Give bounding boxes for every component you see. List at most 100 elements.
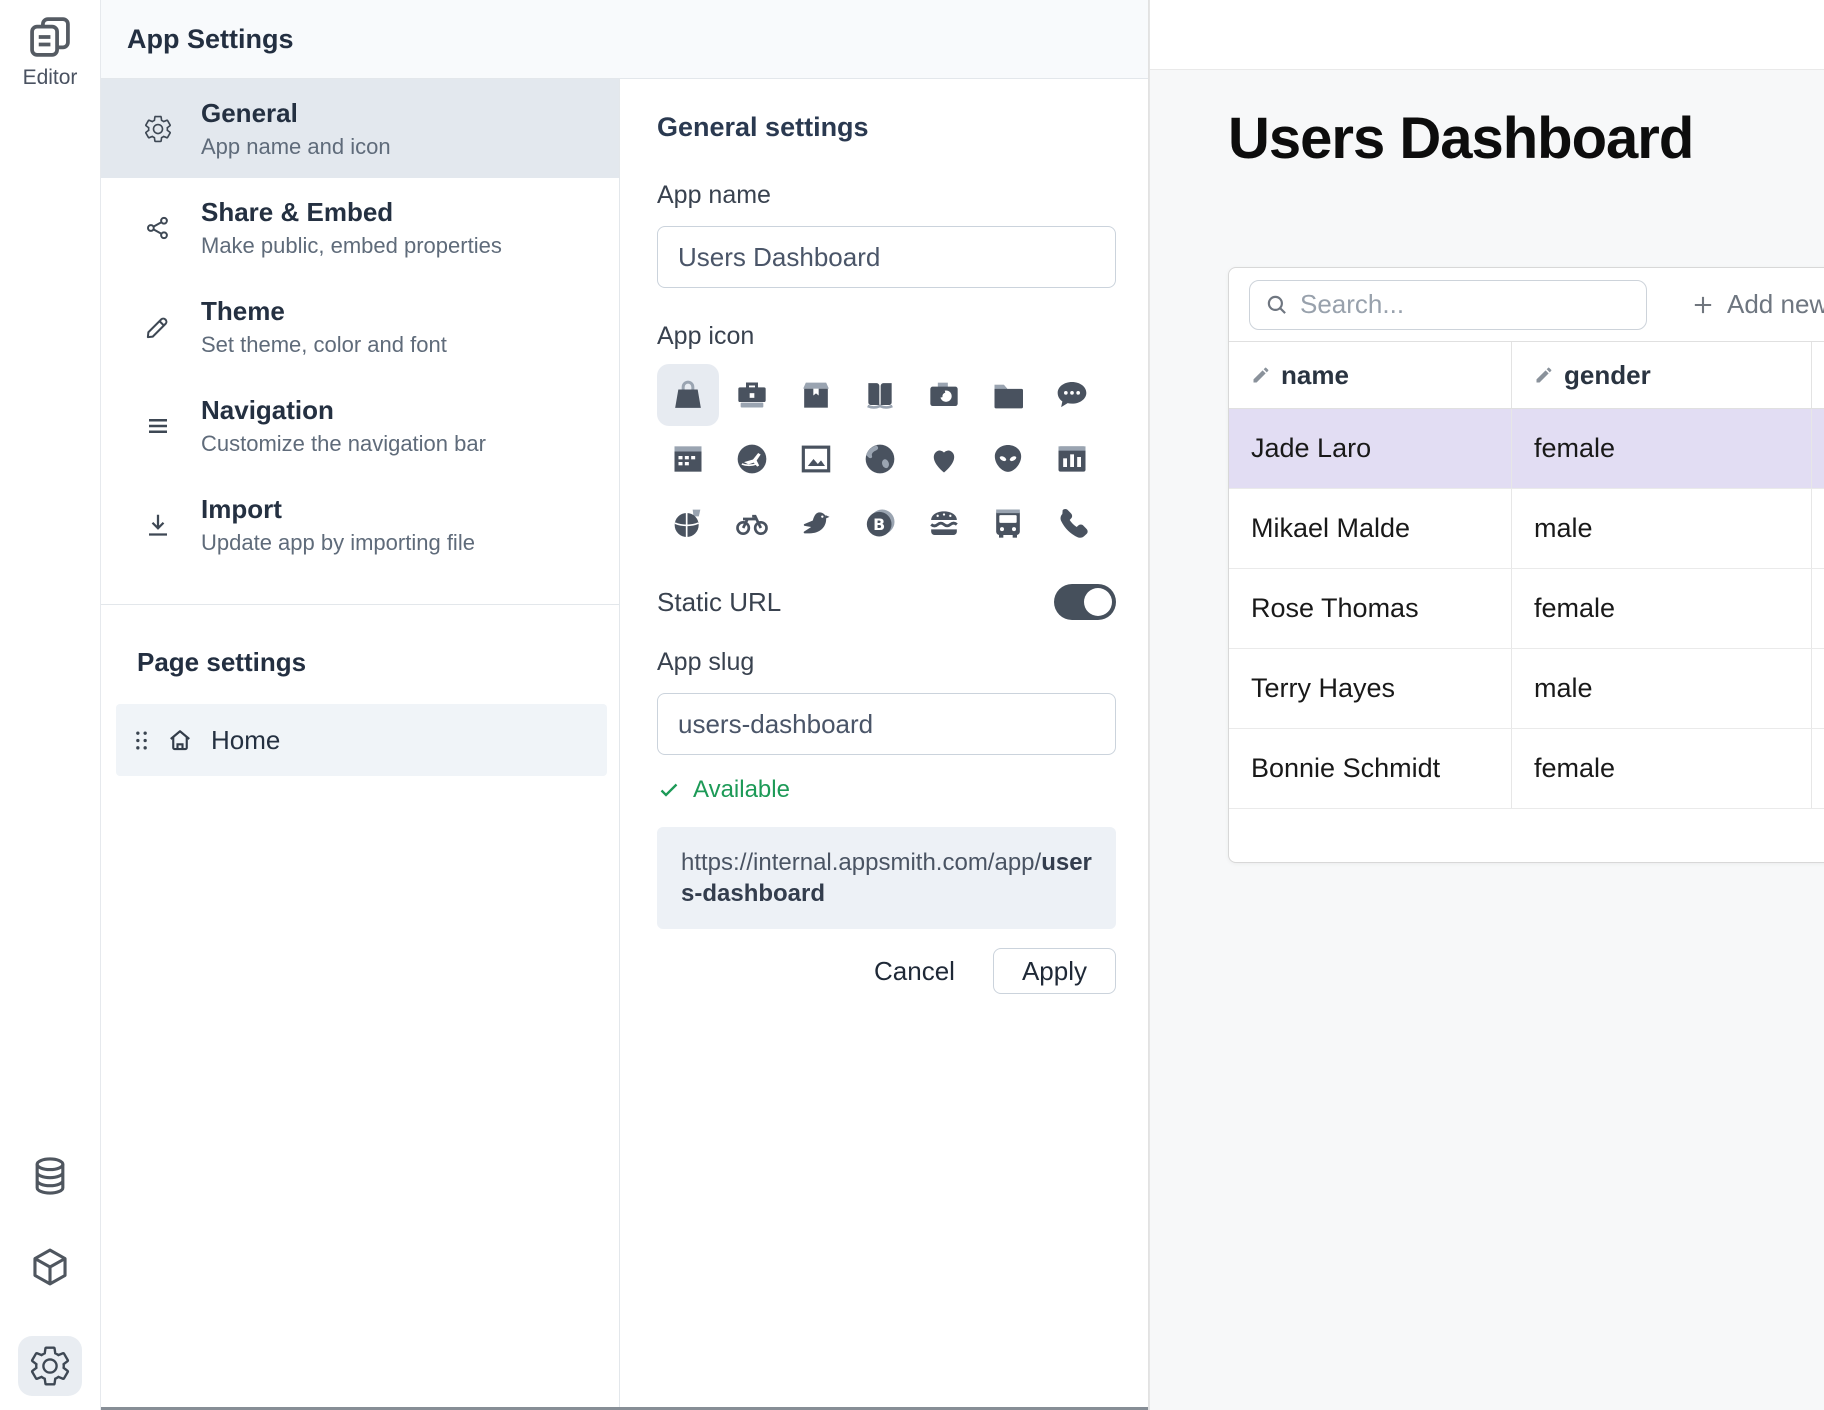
app-icon-option-folder[interactable] bbox=[977, 364, 1039, 426]
edit-pencil-icon bbox=[1534, 365, 1554, 385]
app-settings-header: App Settings bbox=[101, 0, 1148, 79]
app-icon-option-barchart[interactable] bbox=[1041, 428, 1103, 490]
phone-icon bbox=[1052, 503, 1092, 543]
app-icon-option-image[interactable] bbox=[785, 428, 847, 490]
app-settings-title: App Settings bbox=[127, 24, 294, 55]
settings-menu-item-theme[interactable]: ThemeSet theme, color and font bbox=[101, 277, 619, 376]
settings-menu-item-navigation[interactable]: NavigationCustomize the navigation bar bbox=[101, 376, 619, 475]
cell-name[interactable]: Terry Hayes bbox=[1229, 649, 1512, 728]
editor-nav-button[interactable] bbox=[25, 12, 75, 62]
settings-menu-item-general[interactable]: GeneralApp name and icon bbox=[101, 79, 619, 178]
app-icon-option-calendar[interactable] bbox=[657, 428, 719, 490]
cell-name[interactable]: Bonnie Schmidt bbox=[1229, 729, 1512, 808]
app-icon-option-box[interactable] bbox=[785, 364, 847, 426]
image-icon bbox=[796, 439, 836, 479]
box-icon bbox=[796, 375, 836, 415]
cell-filler[interactable] bbox=[1812, 569, 1824, 648]
cell-filler[interactable] bbox=[1812, 489, 1824, 568]
toggle-knob bbox=[1084, 588, 1112, 616]
table-search-input[interactable] bbox=[1300, 289, 1635, 320]
search-icon bbox=[1264, 292, 1290, 318]
column-header-filler bbox=[1812, 342, 1824, 408]
barchart-icon bbox=[1052, 439, 1092, 479]
app-icon-option-airplane[interactable] bbox=[721, 428, 783, 490]
cell-name[interactable]: Rose Thomas bbox=[1229, 569, 1512, 648]
app-icon-option-burger[interactable] bbox=[913, 492, 975, 554]
basketball-icon bbox=[668, 503, 708, 543]
burger-icon bbox=[924, 503, 964, 543]
app-icon-option-briefcase[interactable] bbox=[721, 364, 783, 426]
app-settings-pane: App Settings GeneralApp name and iconSha… bbox=[100, 0, 1149, 1410]
cell-name[interactable]: Mikael Malde bbox=[1229, 489, 1512, 568]
app-icon-option-alien[interactable] bbox=[977, 428, 1039, 490]
cell-gender[interactable]: male bbox=[1512, 649, 1812, 728]
libraries-button[interactable] bbox=[28, 1245, 72, 1289]
bus-icon bbox=[988, 503, 1028, 543]
app-icon-option-camera[interactable] bbox=[913, 364, 975, 426]
app-icon-option-basketball[interactable] bbox=[657, 492, 719, 554]
app-icon-option-phone[interactable] bbox=[1041, 492, 1103, 554]
app-icon-option-bird[interactable] bbox=[785, 492, 847, 554]
settings-menu: GeneralApp name and iconShare & EmbedMak… bbox=[101, 79, 620, 1407]
canvas-top-strip bbox=[1150, 0, 1824, 70]
edit-pencil-icon bbox=[1251, 365, 1271, 385]
datasources-button[interactable] bbox=[28, 1154, 72, 1198]
cell-filler[interactable] bbox=[1812, 649, 1824, 728]
app-icon-option-bitcoin[interactable]: B bbox=[849, 492, 911, 554]
column-header-gender[interactable]: gender bbox=[1512, 342, 1812, 408]
table-row[interactable]: Jade Larofemale bbox=[1229, 409, 1824, 489]
globe-icon bbox=[860, 439, 900, 479]
bird-icon bbox=[796, 503, 836, 543]
camera-icon bbox=[924, 375, 964, 415]
cell-name[interactable]: Jade Laro bbox=[1229, 409, 1512, 488]
page-title: Users Dashboard bbox=[1228, 105, 1824, 172]
appsmith-editor-screen: Editor App Settings GeneralApp name and … bbox=[0, 0, 1824, 1410]
drag-handle-icon[interactable] bbox=[134, 729, 149, 752]
hamburger-icon bbox=[143, 411, 173, 441]
cancel-button[interactable]: Cancel bbox=[874, 956, 955, 987]
table-search-box[interactable] bbox=[1249, 280, 1647, 330]
users-table-widget: Add new namegender Jade LarofemaleMikael… bbox=[1228, 267, 1824, 863]
app-slug-input[interactable] bbox=[657, 693, 1116, 755]
app-icon-option-bus[interactable] bbox=[977, 492, 1039, 554]
app-icon-option-heart[interactable] bbox=[913, 428, 975, 490]
briefcase-icon bbox=[732, 375, 772, 415]
page-item-home[interactable]: Home bbox=[116, 704, 607, 776]
table-row[interactable]: Rose Thomasfemale bbox=[1229, 569, 1824, 649]
app-icon-option-bike[interactable] bbox=[721, 492, 783, 554]
calendar-icon bbox=[668, 439, 708, 479]
static-url-toggle[interactable] bbox=[1054, 584, 1116, 620]
app-icon-option-globe[interactable] bbox=[849, 428, 911, 490]
gear-icon bbox=[143, 114, 173, 144]
table-row[interactable]: Bonnie Schmidtfemale bbox=[1229, 729, 1824, 809]
general-settings-title: General settings bbox=[657, 112, 1148, 143]
app-icon-option-book[interactable] bbox=[849, 364, 911, 426]
menu-divider bbox=[101, 604, 619, 605]
app-icon-option-bag[interactable] bbox=[657, 364, 719, 426]
column-header-name[interactable]: name bbox=[1229, 342, 1512, 408]
general-settings-panel: General settings App name App icon B Sta… bbox=[620, 79, 1148, 1407]
app-canvas: Users Dashboard Add new namegender Jade … bbox=[1149, 0, 1824, 1410]
book-icon bbox=[860, 375, 900, 415]
cell-gender[interactable]: female bbox=[1512, 569, 1812, 648]
cell-filler[interactable] bbox=[1812, 729, 1824, 808]
app-name-input[interactable] bbox=[657, 226, 1116, 288]
settings-menu-item-import[interactable]: ImportUpdate app by importing file bbox=[101, 475, 619, 574]
left-rail: Editor bbox=[0, 0, 100, 1410]
add-new-button[interactable]: Add new bbox=[1689, 289, 1824, 320]
table-row[interactable]: Mikael Maldemale bbox=[1229, 489, 1824, 569]
cell-gender[interactable]: male bbox=[1512, 489, 1812, 568]
app-icon-grid: B bbox=[657, 364, 1107, 554]
chat-icon bbox=[1052, 375, 1092, 415]
cell-filler[interactable] bbox=[1812, 409, 1824, 488]
page-settings-title: Page settings bbox=[137, 647, 619, 678]
table-header-row: namegender bbox=[1229, 341, 1824, 409]
cell-gender[interactable]: female bbox=[1512, 409, 1812, 488]
settings-button[interactable] bbox=[18, 1336, 82, 1396]
app-icon-option-chat[interactable] bbox=[1041, 364, 1103, 426]
apply-button[interactable]: Apply bbox=[993, 948, 1116, 994]
table-row[interactable]: Terry Hayesmale bbox=[1229, 649, 1824, 729]
cell-gender[interactable]: female bbox=[1512, 729, 1812, 808]
app-slug-label: App slug bbox=[657, 648, 1148, 677]
settings-menu-item-share-embed[interactable]: Share & EmbedMake public, embed properti… bbox=[101, 178, 619, 277]
